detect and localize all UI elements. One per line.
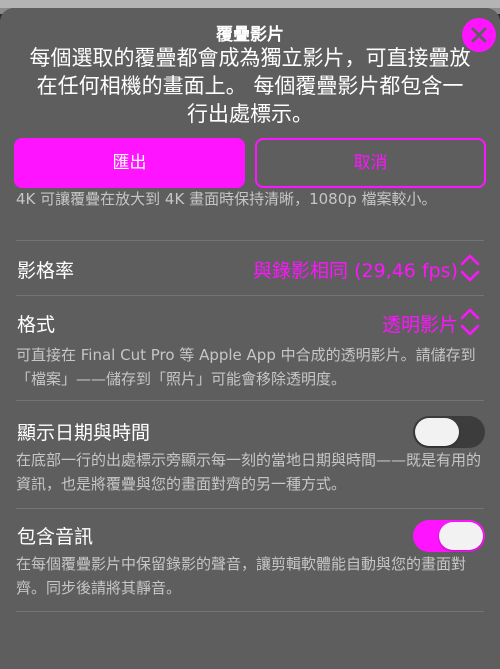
export-button[interactable]: 匯出 (14, 138, 245, 188)
cancel-button[interactable]: 取消 (255, 138, 486, 188)
overlay-export-sheet: 4K 可讓覆疊在放大到 4K 畫面時保持清晰，1080p 檔案較小。 影格率 與… (0, 8, 500, 669)
divider (16, 240, 484, 241)
frame-rate-value[interactable]: 與錄影相同 (29,46 fps) (253, 256, 458, 283)
up-down-chevron-icon[interactable] (459, 307, 481, 337)
include-audio-label: 包含音訊 (17, 526, 94, 548)
close-button[interactable] (462, 18, 496, 52)
divider (16, 611, 484, 612)
format-label: 格式 (17, 314, 56, 336)
show-datetime-label: 顯示日期與時間 (17, 422, 151, 444)
frame-rate-label: 影格率 (17, 260, 75, 282)
format-description: 可直接在 Final Cut Pro 等 Apple App 中合成的透明影片。… (16, 346, 476, 388)
sheet-title: 覆疊影片 (216, 25, 284, 45)
include-audio-description: 在每個覆疊影片中保留錄影的聲音，讓剪輯軟體能自動與您的畫面對齊。同步後請將其靜音… (16, 555, 467, 597)
show-datetime-toggle[interactable] (413, 416, 485, 448)
format-value[interactable]: 透明影片 (382, 310, 458, 337)
include-audio-toggle[interactable] (413, 520, 485, 552)
divider (16, 295, 484, 296)
divider (16, 400, 484, 401)
sheet-header: 覆疊影片 每個選取的覆疊都會成為獨立影片，可直接疊放在任何相機的畫面上。 每個覆… (0, 8, 500, 191)
screen: 4K 可讓覆疊在放大到 4K 畫面時保持清晰，1080p 檔案較小。 影格率 與… (0, 0, 500, 669)
sheet-subtitle: 每個選取的覆疊都會成為獨立影片，可直接疊放在任何相機的畫面上。 每個覆疊影片都包… (29, 46, 471, 126)
divider (16, 508, 484, 509)
show-datetime-description: 在底部一行的出處標示旁顯示每一刻的當地日期與時間——既是有用的資訊，也是將覆疊與… (16, 451, 482, 493)
close-icon (471, 27, 487, 43)
up-down-chevron-icon[interactable] (459, 253, 481, 283)
